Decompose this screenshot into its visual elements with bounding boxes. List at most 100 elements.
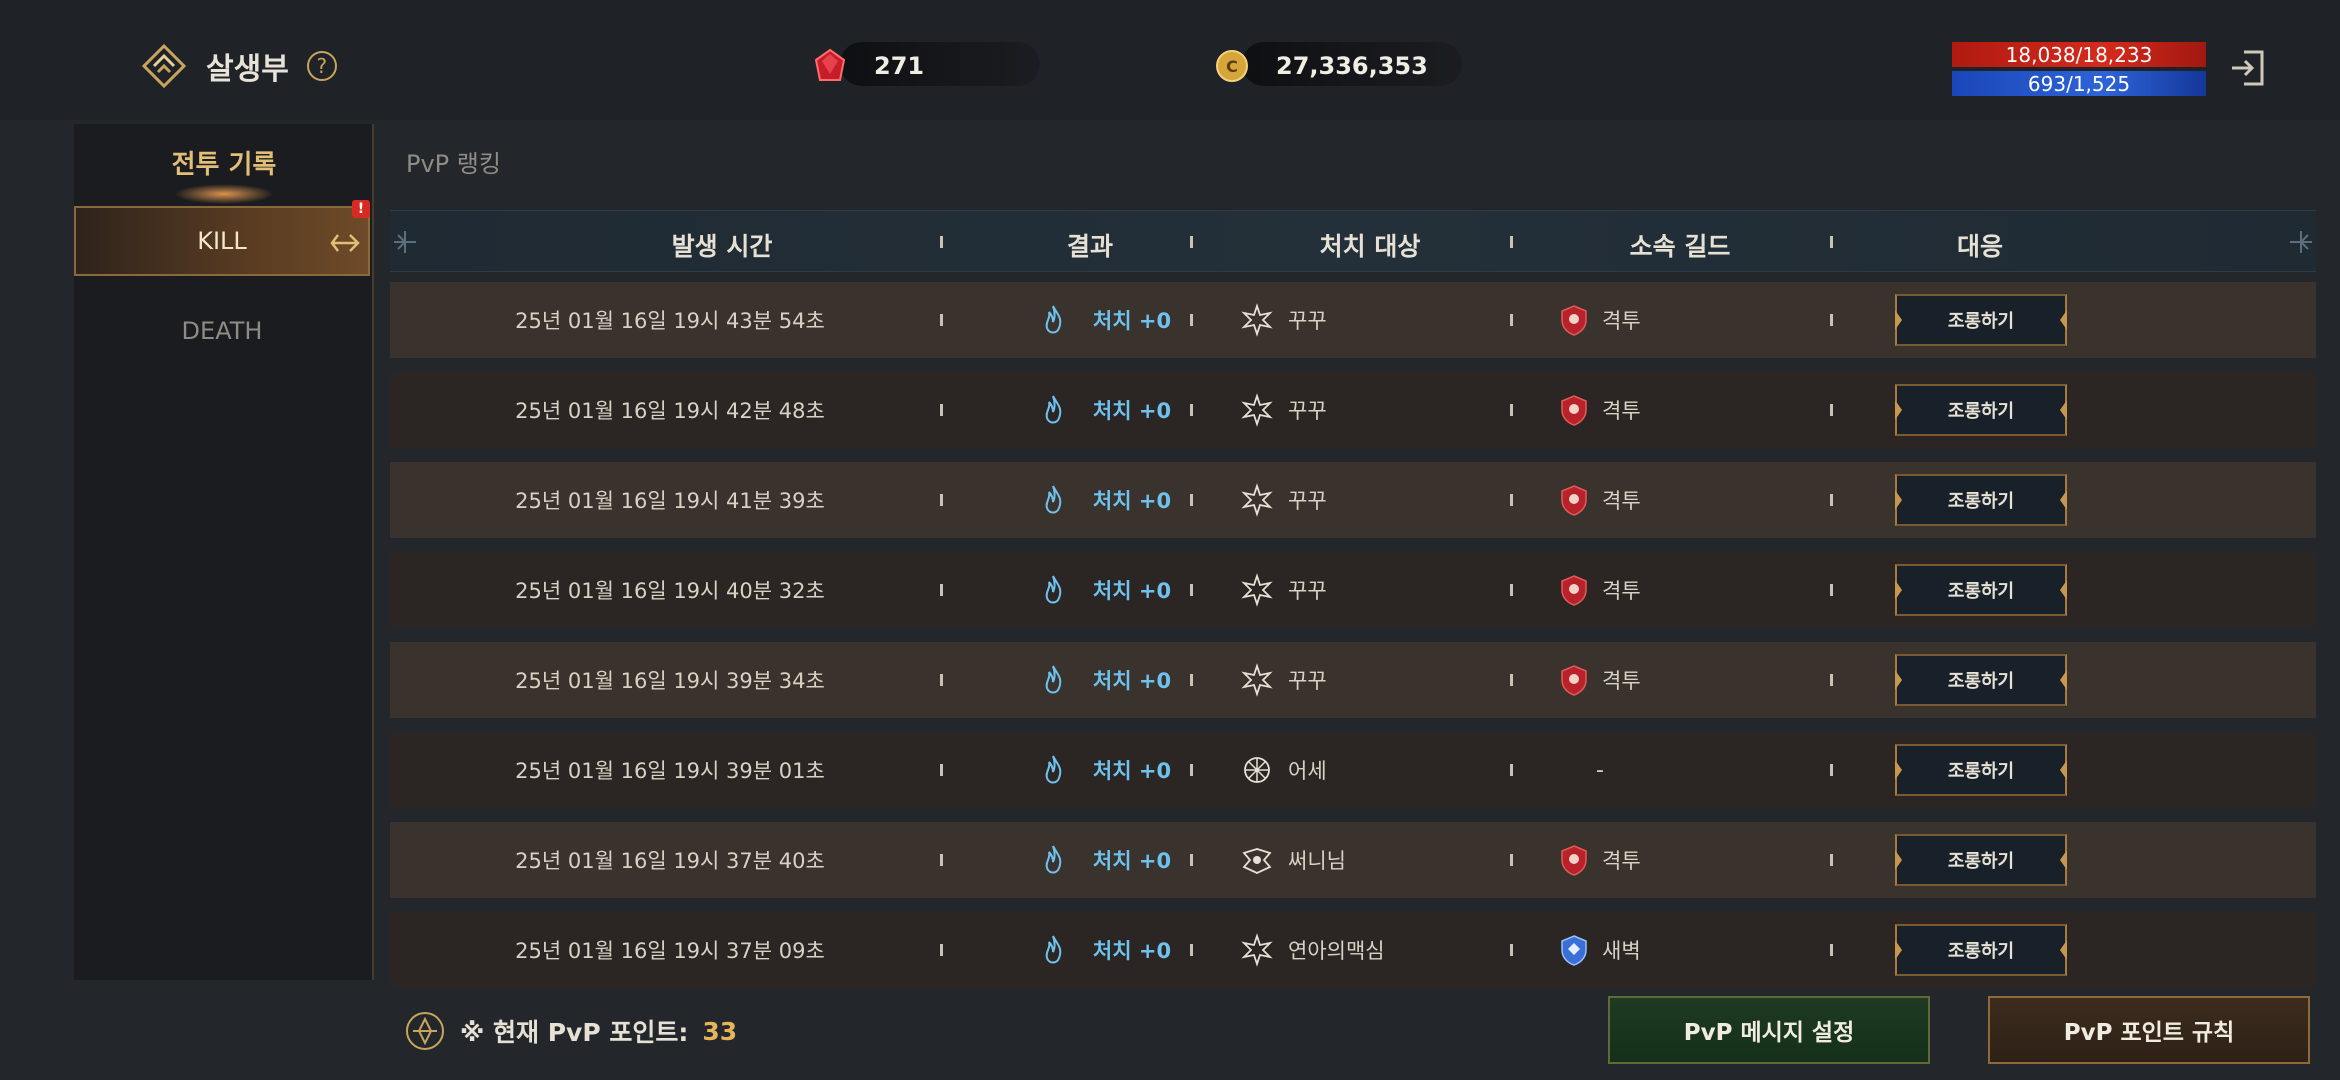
row-result: 처치 +0 <box>990 552 1220 628</box>
blue-flame-icon <box>1045 395 1062 424</box>
blue-flame-icon <box>1045 845 1062 874</box>
row-guild: 격투 <box>1560 642 1860 718</box>
taunt-button[interactable]: 조롱하기 <box>1895 834 2067 886</box>
help-icon[interactable]: ? <box>306 51 337 81</box>
taunt-button[interactable]: 조롱하기 <box>1895 474 2067 526</box>
blue-flame-icon <box>1045 665 1062 694</box>
row-guild: 격투 <box>1560 822 1860 898</box>
row-time: 25년 01월 16일 19시 41분 39초 <box>515 489 825 513</box>
blue-flame-icon <box>1045 935 1062 964</box>
red-guild-shield-icon <box>1561 485 1587 516</box>
table-row: 25년 01월 16일 19시 41분 39초 처치 +0 꾸꾸 격투 조롱하기 <box>390 462 2316 538</box>
tab-pvp-ranking[interactable]: PvP 랭킹 <box>406 144 501 179</box>
blue-flame-icon <box>1045 575 1062 604</box>
taunt-button[interactable]: 조롱하기 <box>1895 744 2067 796</box>
row-time: 25년 01월 16일 19시 42분 48초 <box>515 399 825 423</box>
gem-currency: 271 <box>810 42 1040 86</box>
row-target: 연아의맥심 <box>1240 912 1490 988</box>
table-row: 25년 01월 16일 19시 39분 34초 처치 +0 꾸꾸 격투 조롱하기 <box>390 642 2316 718</box>
row-time: 25년 01월 16일 19시 39분 01초 <box>515 759 825 783</box>
gold-amount: 27,336,353 <box>1276 52 1428 80</box>
tab-kill[interactable]: KILL ! <box>74 200 370 276</box>
taunt-button[interactable]: 조롱하기 <box>1895 924 2067 976</box>
class-emblem-icon <box>1241 573 1273 607</box>
row-result: 처치 +0 <box>990 642 1220 718</box>
red-guild-shield-icon <box>1561 305 1587 336</box>
page-title: 살생부 <box>206 52 289 87</box>
blue-flame-icon <box>1045 485 1062 514</box>
pvp-points-info: ※ 현재 PvP 포인트: 33 <box>404 1010 737 1052</box>
row-target: 꾸꾸 <box>1240 282 1490 358</box>
row-result: 처치 +0 <box>990 822 1220 898</box>
sidebar-heading-glow <box>174 184 274 204</box>
crossed-swords-icon <box>330 234 360 252</box>
svg-text:C: C <box>1226 57 1238 76</box>
notification-badge: ! <box>352 200 370 218</box>
blue-flame-icon <box>1045 305 1062 334</box>
pvp-points-label: ※ 현재 PvP 포인트: <box>460 1018 689 1047</box>
status-bars: 18,038/18,233 693/1,525 <box>1952 42 2206 100</box>
red-guild-shield-icon <box>1561 845 1587 876</box>
class-emblem-icon <box>1241 663 1273 697</box>
pvp-points-value: 33 <box>702 1016 738 1046</box>
column-target: 처치 대상 <box>1319 232 1421 261</box>
kill-list-emblem-icon <box>141 43 187 89</box>
column-guild: 소속 길드 <box>1629 232 1731 261</box>
row-result: 처치 +0 <box>990 282 1220 358</box>
header-ornament-left-icon <box>394 231 416 253</box>
tab-death[interactable]: DEATH <box>74 296 370 366</box>
exit-icon[interactable] <box>2226 46 2270 90</box>
sidebar-heading: 전투 기록 <box>171 150 277 180</box>
pvp-message-settings-button[interactable]: PvP 메시지 설정 <box>1608 996 1930 1064</box>
tab-kill-label: KILL <box>197 227 247 255</box>
table-row: 25년 01월 16일 19시 43분 54초 처치 +0 꾸꾸 격투 조롱하기 <box>390 282 2316 358</box>
table-row: 25년 01월 16일 19시 37분 09초 처치 +0 연아의맥심 새벽 조… <box>390 912 2316 988</box>
title-area: 살생부 ? <box>140 42 337 90</box>
row-time: 25년 01월 16일 19시 37분 40초 <box>515 849 825 873</box>
row-time: 25년 01월 16일 19시 39분 34초 <box>515 669 825 693</box>
column-time: 발생 시간 <box>671 232 773 261</box>
taunt-button[interactable]: 조롱하기 <box>1895 654 2067 706</box>
table-header: 발생 시간 결과 처치 대상 소속 길드 대응 <box>390 210 2316 272</box>
class-emblem-icon <box>1242 848 1272 874</box>
column-result: 결과 <box>1066 232 1113 261</box>
row-target: 어세 <box>1240 732 1490 808</box>
blue-flame-icon <box>1045 755 1062 784</box>
mp-bar: 693/1,525 <box>1952 71 2206 96</box>
gold-coin-icon: C <box>1216 50 1248 82</box>
taunt-button[interactable]: 조롱하기 <box>1895 384 2067 436</box>
red-guild-shield-icon <box>1561 575 1587 606</box>
row-time: 25년 01월 16일 19시 40분 32초 <box>515 579 825 603</box>
table-row: 25년 01월 16일 19시 40분 32초 처치 +0 꾸꾸 격투 조롱하기 <box>390 552 2316 628</box>
row-target: 써니님 <box>1240 822 1490 898</box>
class-emblem-icon <box>1241 303 1273 337</box>
pvp-point-emblem-icon <box>406 1012 444 1050</box>
class-emblem-icon <box>1241 483 1273 517</box>
row-guild: - <box>1596 757 1604 783</box>
row-guild: 격투 <box>1560 462 1860 538</box>
red-guild-shield-icon <box>1561 665 1587 696</box>
table-row: 25년 01월 16일 19시 42분 48초 처치 +0 꾸꾸 격투 조롱하기 <box>390 372 2316 448</box>
class-emblem-icon <box>1241 933 1273 967</box>
header-ornament-right-icon <box>2290 231 2312 253</box>
row-result: 처치 +0 <box>990 462 1220 538</box>
top-bar: 살생부 ? 271 C 27,336,353 18,038/18,233 693… <box>0 0 2340 120</box>
red-guild-shield-icon <box>1561 395 1587 426</box>
tab-death-label: DEATH <box>181 317 263 345</box>
column-action: 대응 <box>1956 232 2003 261</box>
pvp-point-rules-button[interactable]: PvP 포인트 규칙 <box>1988 996 2310 1064</box>
row-result: 처치 +0 <box>990 372 1220 448</box>
taunt-button[interactable]: 조롱하기 <box>1895 564 2067 616</box>
table-row: 25년 01월 16일 19시 39분 01초 처치 +0 어세 - 조롱하기 <box>390 732 2316 808</box>
taunt-button[interactable]: 조롱하기 <box>1895 294 2067 346</box>
ruby-gem-icon <box>814 48 846 81</box>
row-guild: 격투 <box>1560 282 1860 358</box>
row-time: 25년 01월 16일 19시 43분 54초 <box>515 309 825 333</box>
row-time: 25년 01월 16일 19시 37분 09초 <box>515 939 825 963</box>
row-result: 처치 +0 <box>990 912 1220 988</box>
gold-currency: C 27,336,353 <box>1212 42 1462 86</box>
row-target: 꾸꾸 <box>1240 372 1490 448</box>
row-guild: 격투 <box>1560 552 1860 628</box>
table-row: 25년 01월 16일 19시 37분 40초 처치 +0 써니님 격투 조롱하… <box>390 822 2316 898</box>
row-guild: 새벽 <box>1560 912 1860 988</box>
